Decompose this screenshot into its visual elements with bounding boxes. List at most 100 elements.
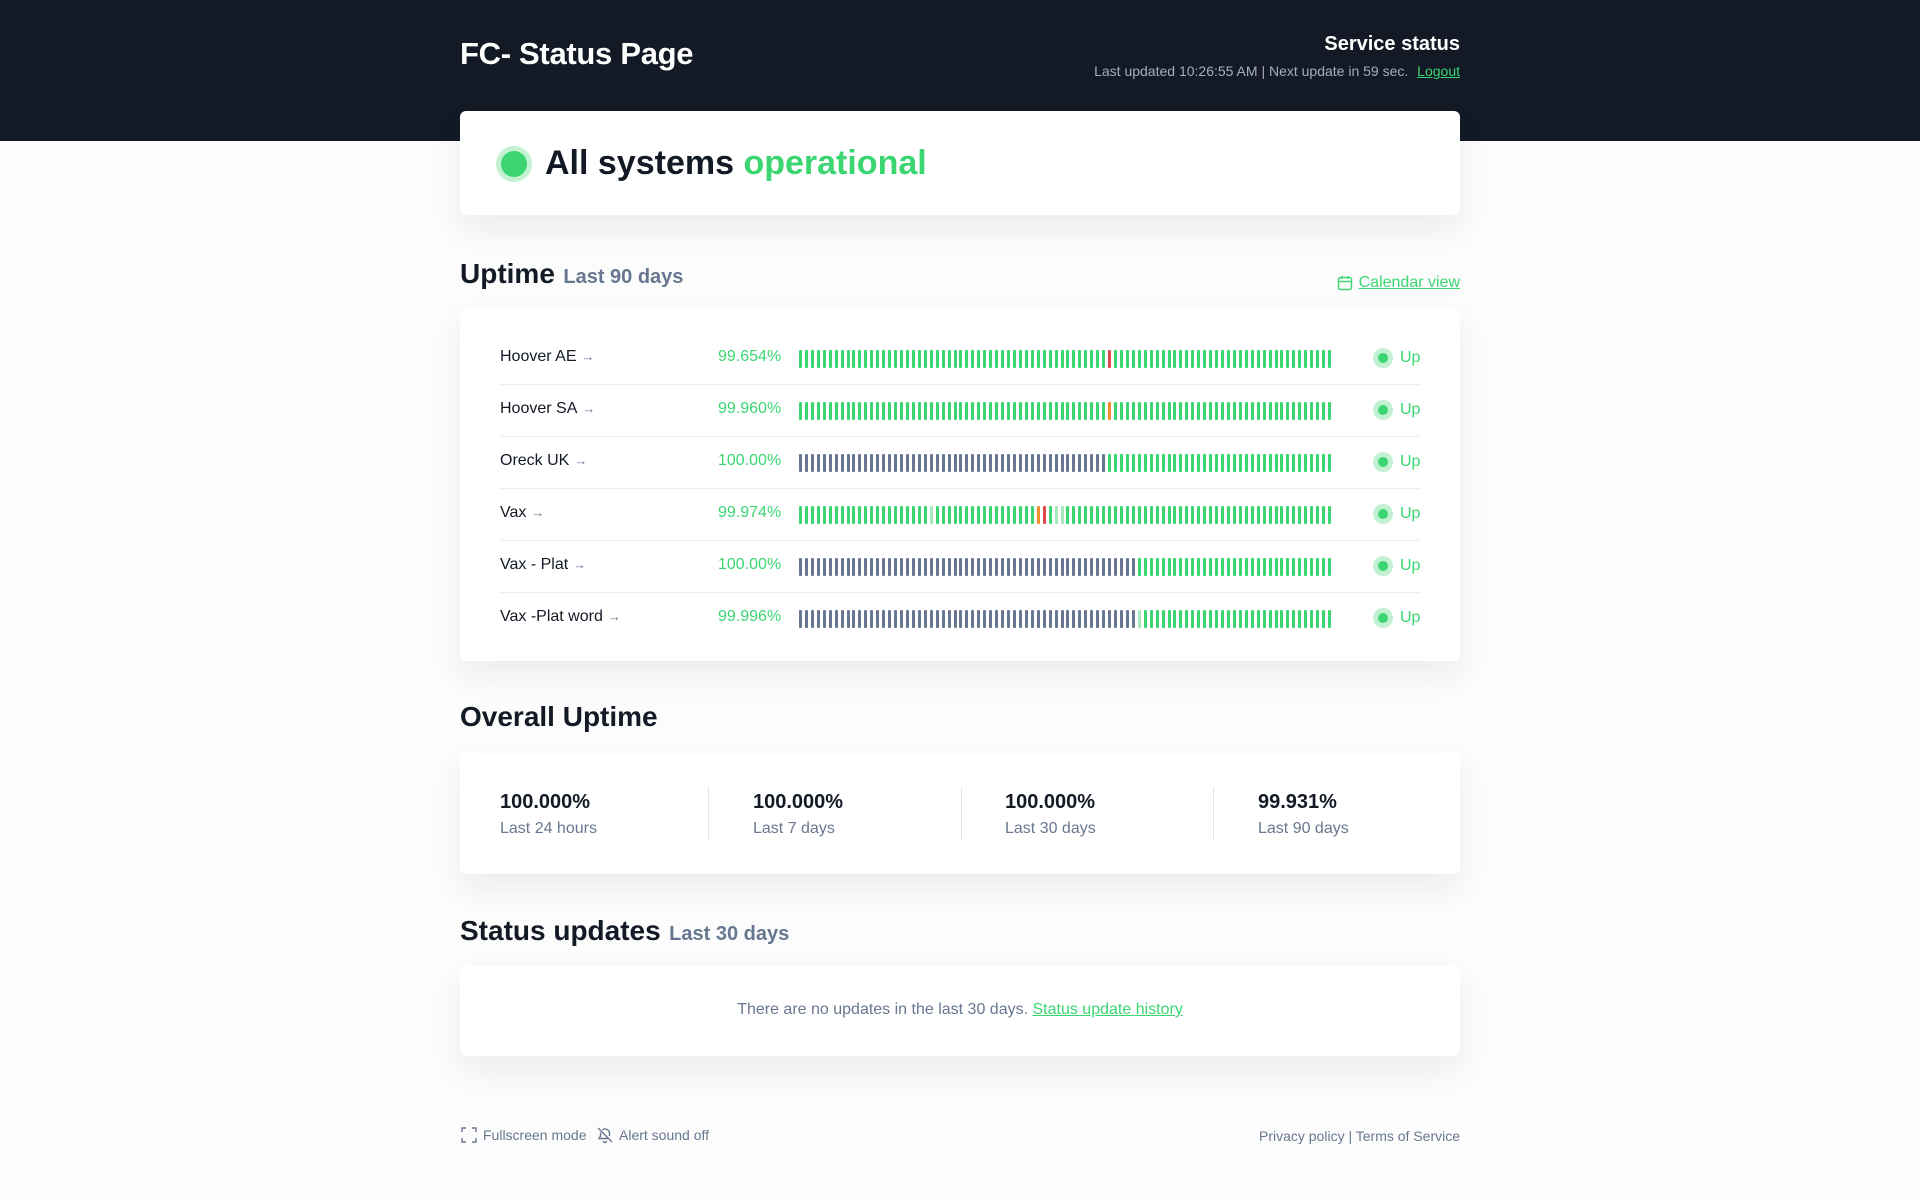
- day-bar-up[interactable]: [1226, 610, 1230, 628]
- day-bar-up[interactable]: [1007, 402, 1011, 420]
- day-bar-up[interactable]: [1209, 454, 1213, 472]
- day-bar-no-data[interactable]: [1090, 454, 1094, 472]
- day-bar-up[interactable]: [1155, 350, 1159, 368]
- day-bar-up[interactable]: [1328, 506, 1331, 524]
- day-bar-up[interactable]: [1131, 350, 1135, 368]
- day-bar-up[interactable]: [1286, 402, 1290, 420]
- day-bar-up[interactable]: [1262, 350, 1266, 368]
- day-bar-up[interactable]: [1203, 402, 1207, 420]
- day-bar-up[interactable]: [1221, 558, 1224, 576]
- day-bar-up[interactable]: [941, 506, 945, 524]
- day-bar-up[interactable]: [1250, 506, 1254, 524]
- day-bar-up[interactable]: [870, 506, 874, 524]
- day-bar-up[interactable]: [1191, 558, 1195, 576]
- day-bar-no-data[interactable]: [1078, 610, 1082, 628]
- day-bar-up[interactable]: [876, 350, 880, 368]
- day-bar-up[interactable]: [894, 402, 898, 420]
- day-bar-up[interactable]: [1250, 350, 1254, 368]
- day-bar-up[interactable]: [799, 506, 802, 524]
- day-bar-up[interactable]: [1268, 350, 1272, 368]
- day-bar-no-data[interactable]: [1114, 558, 1118, 576]
- day-bar-up[interactable]: [828, 402, 832, 420]
- day-bar-up[interactable]: [900, 506, 904, 524]
- day-bar-no-data[interactable]: [935, 558, 939, 576]
- day-bar-no-data[interactable]: [923, 558, 927, 576]
- day-bar-up[interactable]: [1262, 402, 1266, 420]
- day-bar-no-data[interactable]: [989, 558, 993, 576]
- day-bar-up[interactable]: [1012, 402, 1016, 420]
- day-bar-down[interactable]: [1042, 506, 1046, 524]
- day-bar-no-data[interactable]: [983, 454, 987, 472]
- day-bar-up[interactable]: [1149, 350, 1153, 368]
- day-bar-up[interactable]: [1310, 558, 1314, 576]
- day-bar-no-data[interactable]: [929, 610, 933, 628]
- day-bar-up[interactable]: [1286, 350, 1290, 368]
- day-bar-up[interactable]: [1114, 350, 1118, 368]
- day-bar-no-data[interactable]: [804, 610, 808, 628]
- day-bar-up[interactable]: [977, 402, 981, 420]
- day-bar-up[interactable]: [1274, 402, 1278, 420]
- day-bar-up[interactable]: [1304, 506, 1308, 524]
- day-bar-up[interactable]: [858, 350, 862, 368]
- day-bar-up[interactable]: [822, 350, 826, 368]
- day-bar-no-data[interactable]: [822, 558, 826, 576]
- day-bar-up[interactable]: [1007, 506, 1011, 524]
- day-bar-up[interactable]: [917, 350, 921, 368]
- day-bar-no-data[interactable]: [965, 454, 969, 472]
- day-bar-up[interactable]: [1036, 402, 1040, 420]
- day-bar-no-data[interactable]: [989, 610, 993, 628]
- day-bar-up[interactable]: [1280, 506, 1284, 524]
- day-bar-no-data[interactable]: [888, 454, 892, 472]
- day-bar-up[interactable]: [983, 350, 987, 368]
- day-bar-up[interactable]: [1114, 506, 1118, 524]
- day-bar-up[interactable]: [1167, 350, 1171, 368]
- day-bar-no-data[interactable]: [858, 610, 862, 628]
- monitor-link[interactable]: Oreck UK →: [500, 452, 587, 470]
- day-bar-no-data[interactable]: [1078, 558, 1082, 576]
- day-bar-up[interactable]: [1286, 610, 1290, 628]
- day-bar-up[interactable]: [965, 402, 969, 420]
- day-bar-up[interactable]: [888, 350, 892, 368]
- day-bar-up[interactable]: [1119, 454, 1123, 472]
- day-bar-up[interactable]: [911, 402, 915, 420]
- day-bar-up[interactable]: [1119, 350, 1123, 368]
- day-bar-up[interactable]: [1084, 402, 1088, 420]
- day-bar-no-data[interactable]: [965, 558, 969, 576]
- day-bar-up[interactable]: [900, 350, 904, 368]
- day-bar-no-data[interactable]: [804, 558, 808, 576]
- day-bar-up[interactable]: [828, 350, 832, 368]
- day-bar-no-data[interactable]: [1066, 454, 1070, 472]
- day-bar-up[interactable]: [1185, 506, 1189, 524]
- day-bar-up[interactable]: [1191, 350, 1195, 368]
- day-bar-up[interactable]: [1256, 610, 1260, 628]
- day-bar-up[interactable]: [1001, 506, 1005, 524]
- day-bar-up[interactable]: [1226, 454, 1230, 472]
- day-bar-up[interactable]: [1114, 454, 1118, 472]
- day-bar-up[interactable]: [846, 350, 850, 368]
- day-bar-partial[interactable]: [1137, 610, 1141, 628]
- day-bar-up[interactable]: [888, 402, 892, 420]
- day-bar-up[interactable]: [1244, 402, 1248, 420]
- day-bar-up[interactable]: [1328, 454, 1331, 472]
- day-bar-no-data[interactable]: [1090, 610, 1094, 628]
- day-bar-no-data[interactable]: [1102, 454, 1106, 472]
- day-bar-up[interactable]: [1328, 350, 1331, 368]
- day-bar-up[interactable]: [1268, 402, 1272, 420]
- day-bar-up[interactable]: [1024, 402, 1028, 420]
- day-bar-up[interactable]: [1119, 402, 1123, 420]
- day-bar-up[interactable]: [959, 402, 963, 420]
- day-bar-up[interactable]: [1298, 610, 1302, 628]
- day-bar-up[interactable]: [876, 506, 880, 524]
- day-bar-up[interactable]: [1238, 558, 1242, 576]
- day-bar-up[interactable]: [1322, 558, 1326, 576]
- day-bar-up[interactable]: [1262, 610, 1266, 628]
- day-bar-degraded[interactable]: [1036, 506, 1040, 524]
- day-bar-up[interactable]: [828, 506, 832, 524]
- day-bar-no-data[interactable]: [1060, 454, 1064, 472]
- day-bar-up[interactable]: [1310, 454, 1314, 472]
- day-bar-up[interactable]: [1054, 402, 1058, 420]
- day-bar-up[interactable]: [1042, 350, 1046, 368]
- day-bar-no-data[interactable]: [810, 454, 814, 472]
- day-bar-up[interactable]: [911, 350, 915, 368]
- day-bar-up[interactable]: [1018, 506, 1022, 524]
